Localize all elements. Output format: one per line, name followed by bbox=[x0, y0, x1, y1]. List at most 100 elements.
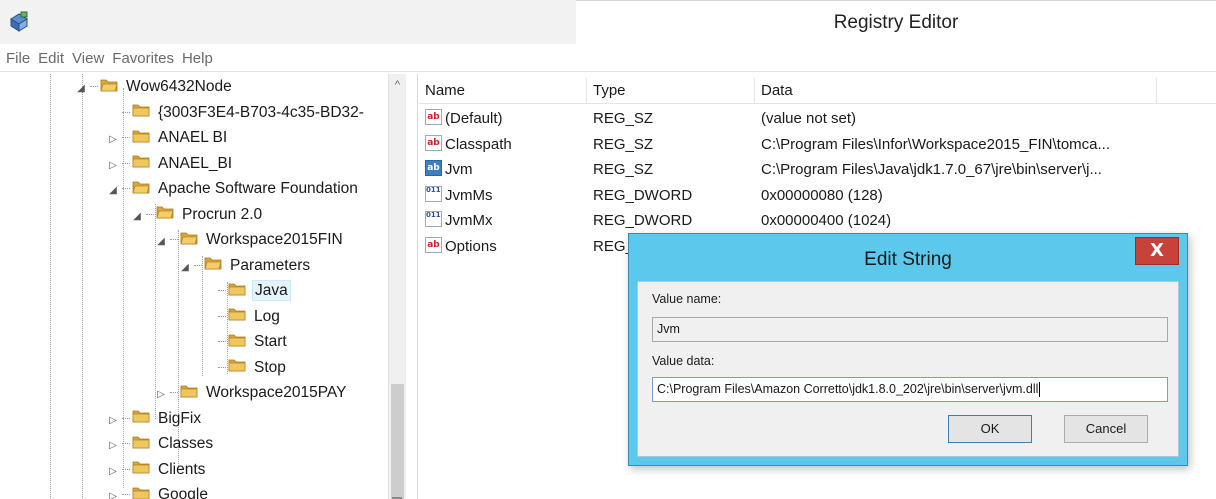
cancel-button[interactable]: Cancel bbox=[1064, 415, 1148, 443]
tree-item-label: Java bbox=[252, 280, 291, 301]
tree-item[interactable]: ◢ Procrun 2.0 bbox=[130, 202, 264, 227]
collapse-arrow-icon[interactable]: ◢ bbox=[106, 178, 120, 203]
collapse-arrow-icon[interactable]: ◢ bbox=[74, 76, 88, 101]
tree-item[interactable]: Start bbox=[202, 329, 289, 354]
tree-item-label: Log bbox=[254, 307, 280, 325]
menu-file[interactable]: File bbox=[0, 46, 34, 72]
menu-favorites[interactable]: Favorites bbox=[108, 46, 178, 72]
expand-arrow-icon[interactable]: ▷ bbox=[106, 433, 120, 458]
tree-item-label: ANAEL BI bbox=[158, 129, 228, 146]
tree-connector bbox=[218, 341, 226, 343]
expand-arrow-icon[interactable]: ▷ bbox=[106, 484, 120, 499]
tree-connector bbox=[122, 494, 130, 496]
tree-item[interactable]: ▷ BigFix bbox=[106, 406, 203, 431]
tree-item[interactable]: ▷ ANAEL_BI bbox=[106, 151, 234, 176]
reg-string-icon: ab bbox=[425, 236, 442, 253]
folder-icon bbox=[132, 105, 150, 117]
value-name-cell: ab Options bbox=[425, 234, 497, 260]
column-data[interactable]: Data bbox=[755, 78, 1157, 104]
menu-edit[interactable]: Edit bbox=[34, 46, 68, 72]
expand-arrow-icon[interactable]: ▷ bbox=[106, 127, 120, 152]
expand-arrow-icon[interactable]: ▷ bbox=[106, 153, 120, 178]
tree-item[interactable]: ▷ Clients bbox=[106, 457, 207, 482]
menu-bar: File Edit View Favorites Help bbox=[0, 46, 1216, 72]
value-data-input[interactable]: C:\Program Files\Amazon Corretto\jdk1.8.… bbox=[652, 377, 1168, 402]
tree-guide-line bbox=[82, 74, 83, 499]
tree-connector bbox=[146, 213, 154, 215]
tree-scrollbar[interactable]: ^ bbox=[388, 74, 406, 499]
collapse-arrow-icon[interactable]: ◢ bbox=[130, 204, 144, 229]
tree-item[interactable]: Java bbox=[202, 278, 291, 303]
folder-icon bbox=[228, 283, 246, 296]
tree-item-label: Workspace2015FIN bbox=[206, 231, 343, 248]
registry-tree[interactable]: ◢ Wow6432Node {3003F3E4-B703-4c35-BD32- ▷ AN… bbox=[0, 74, 406, 499]
value-name-text: (Default) bbox=[445, 110, 503, 127]
tree-item[interactable]: ▷ Classes bbox=[106, 431, 215, 456]
tree-connector bbox=[218, 315, 226, 317]
menu-help[interactable]: Help bbox=[178, 46, 217, 72]
value-row[interactable]: ab Jvm REG_SZ C:\Program Files\Java\jdk1.7.… bbox=[419, 157, 1216, 183]
value-name-cell: ab (Default) bbox=[425, 106, 503, 132]
pane-splitter[interactable] bbox=[406, 74, 418, 499]
expand-arrow-icon[interactable]: ▷ bbox=[106, 459, 120, 484]
tree-item-label: Apache Software Foundation bbox=[158, 180, 358, 197]
folder-icon bbox=[180, 385, 198, 398]
column-type[interactable]: Type bbox=[587, 78, 755, 104]
tree-item-label: Start bbox=[254, 333, 287, 350]
list-header: Name Type Data bbox=[419, 78, 1216, 104]
value-name-text: Options bbox=[445, 237, 497, 255]
value-name-text: Classpath bbox=[445, 135, 512, 153]
value-row[interactable]: ab (Default) REG_SZ (value not set) bbox=[419, 106, 1216, 132]
tree-item[interactable]: ▷ Google bbox=[106, 482, 210, 499]
tree-item-label: Wow6432Node bbox=[126, 78, 232, 95]
folder-icon bbox=[228, 334, 246, 347]
tree-connector bbox=[170, 239, 178, 241]
registry-editor-icon[interactable] bbox=[8, 11, 30, 33]
tree-connector bbox=[122, 188, 130, 190]
tree-item[interactable]: ▷ Workspace2015PAY bbox=[154, 380, 348, 405]
tree-item[interactable]: {3003F3E4-B703-4c35-BD32- bbox=[106, 100, 366, 125]
collapse-arrow-icon[interactable]: ◢ bbox=[154, 229, 168, 254]
value-row[interactable]: 011 110JvmMx REG_DWORD 0x00000400 (1024) bbox=[419, 208, 1216, 234]
title-bar: Registry Editor bbox=[0, 0, 1216, 44]
value-name-cell: 011 110JvmMx bbox=[425, 208, 493, 234]
value-type-cell: REG_DWORD bbox=[593, 186, 693, 204]
value-name-cell: ab Classpath bbox=[425, 132, 512, 158]
value-row[interactable]: ab Classpath REG_SZ C:\Program Files\Infor\… bbox=[419, 132, 1216, 158]
tree-connector bbox=[170, 392, 178, 394]
expand-arrow-icon[interactable]: ▷ bbox=[154, 382, 168, 407]
value-name-label: Value name: bbox=[652, 292, 722, 306]
tree-item-label: Parameters bbox=[230, 256, 311, 274]
tree-item[interactable]: ▷ ANAEL BI bbox=[106, 125, 229, 150]
tree-item[interactable]: ◢ Parameters bbox=[178, 253, 312, 278]
value-name-text: JvmMs bbox=[445, 186, 493, 204]
collapse-arrow-icon[interactable]: ◢ bbox=[178, 255, 192, 280]
tree-connector bbox=[122, 111, 130, 113]
tree-item-label: Procrun 2.0 bbox=[182, 205, 263, 223]
value-data-cell: 0x00000400 (1024) bbox=[761, 212, 892, 229]
tree-item[interactable]: ◢ Wow6432Node bbox=[74, 74, 234, 99]
scrollbar-thumb[interactable] bbox=[391, 384, 404, 499]
scroll-up-arrow-icon[interactable]: ^ bbox=[389, 74, 406, 96]
reg-string-icon: ab bbox=[425, 109, 442, 126]
tree-connector bbox=[122, 162, 130, 164]
value-row[interactable]: 011 110JvmMs REG_DWORD 0x00000080 (128) bbox=[419, 183, 1216, 209]
tree-connector bbox=[122, 468, 130, 470]
tree-item[interactable]: Log bbox=[202, 304, 282, 329]
menu-view[interactable]: View bbox=[68, 46, 108, 72]
dialog-body: Value name: Jvm Value data: C:\Program F… bbox=[637, 281, 1179, 457]
folder-icon bbox=[132, 130, 150, 143]
ok-button[interactable]: OK bbox=[948, 415, 1032, 443]
tree-connector bbox=[218, 366, 226, 368]
column-name[interactable]: Name bbox=[419, 78, 587, 104]
value-type-cell: REG_SZ bbox=[593, 135, 654, 153]
value-data-label: Value data: bbox=[652, 354, 715, 368]
tree-item[interactable]: ◢ Apache Software Foundation bbox=[106, 176, 360, 201]
tree-item[interactable]: Stop bbox=[202, 355, 288, 380]
tree-item-label: Google bbox=[158, 486, 208, 499]
tree-item[interactable]: ◢ Workspace2015FIN bbox=[154, 227, 345, 252]
value-data-cell: 0x00000080 (128) bbox=[761, 186, 883, 204]
value-name-text: Jvm bbox=[445, 161, 473, 178]
close-icon[interactable]: X bbox=[1135, 237, 1179, 265]
expand-arrow-icon[interactable]: ▷ bbox=[106, 408, 120, 433]
